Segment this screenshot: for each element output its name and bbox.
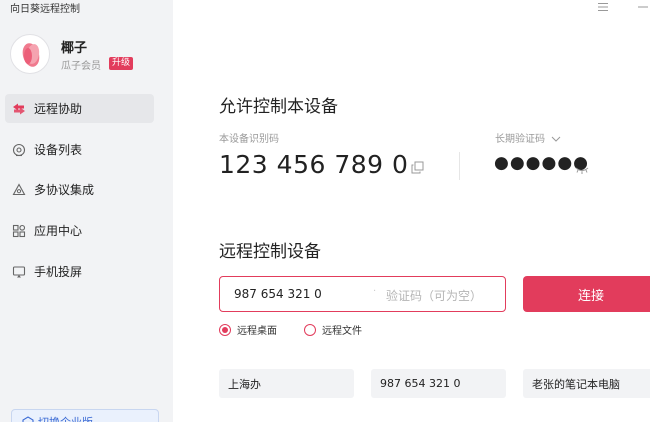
upgrade-badge[interactable]: 升级 [109, 57, 134, 70]
recent-device-card[interactable]: 987 654 321 0 [371, 369, 506, 398]
minimize-button[interactable] [635, 0, 650, 14]
sidebar-item-device-list[interactable]: 设备列表 [5, 135, 154, 164]
radio-label: 远程桌面 [237, 326, 277, 337]
remote-assist-icon [12, 102, 26, 116]
user-name: 椰子 [61, 41, 88, 56]
sidebar-item-label: 远程协助 [34, 102, 83, 116]
avatar-image [22, 43, 40, 67]
sidebar-item-label: 设备列表 [34, 143, 83, 157]
divider [459, 152, 460, 180]
radio-label: 远程文件 [322, 326, 362, 337]
recent-device-card[interactable]: 老张的笔记本电脑 [523, 369, 650, 398]
remote-id-field[interactable]: 987 654 321 0 [234, 287, 322, 301]
switch-enterprise-label: 切换企业版 [38, 414, 93, 422]
member-level: 瓜子会员 [61, 61, 101, 72]
device-id-label: 本设备识别码 [219, 134, 279, 145]
radio-unselected-icon [304, 323, 316, 336]
passcode-label: 长期验证码 [495, 134, 545, 145]
copy-icon[interactable] [411, 159, 424, 174]
sidebar: 向日葵远程控制 椰子 瓜子会员 升级 远程协助 设备列表 多协议集成 应用中心 [0, 0, 173, 422]
verification-code-field[interactable]: 验证码（可为空） [386, 287, 482, 304]
screen-cast-icon [12, 265, 26, 279]
sidebar-item-label: 应用中心 [34, 224, 83, 238]
sidebar-item-label: 多协议集成 [34, 183, 95, 197]
multi-protocol-icon [12, 182, 26, 197]
passcode-type-dropdown[interactable]: 长期验证码 [495, 130, 561, 145]
hamburger-icon [598, 3, 608, 11]
app-center-icon [12, 224, 26, 238]
chevron-down-icon [551, 136, 561, 142]
switch-enterprise-button[interactable]: 切换企业版 [11, 409, 159, 422]
sidebar-item-screen-cast[interactable]: 手机投屏 [5, 257, 154, 286]
enterprise-icon [22, 416, 34, 422]
avatar[interactable] [10, 34, 50, 74]
sidebar-item-label: 手机投屏 [34, 265, 83, 279]
radio-remote-desktop[interactable]: 远程桌面 [219, 322, 277, 337]
menu-button[interactable] [595, 0, 611, 14]
connect-button[interactable]: 连接 [523, 276, 650, 312]
device-list-icon [12, 143, 26, 157]
radio-selected-icon [219, 323, 231, 336]
sidebar-item-remote-assist[interactable]: 远程协助 [5, 94, 154, 123]
minimize-icon [638, 6, 648, 8]
sidebar-item-app-center[interactable]: 应用中心 [5, 216, 154, 245]
sidebar-item-multi-protocol[interactable]: 多协议集成 [5, 175, 154, 204]
radio-remote-file[interactable]: 远程文件 [304, 322, 362, 337]
remote-control-title: 远程控制设备 [219, 242, 321, 262]
allow-control-title: 允许控制本设备 [219, 97, 338, 117]
remote-device-input[interactable]: 987 654 321 0 · 验证码（可为空） [219, 276, 506, 312]
app-title: 向日葵远程控制 [10, 4, 80, 15]
eye-closed-icon[interactable] [575, 160, 589, 174]
device-id-value: 123 456 789 0 [219, 150, 409, 179]
recent-device-card[interactable]: 上海办 [219, 369, 354, 398]
field-separator: · [373, 286, 377, 297]
